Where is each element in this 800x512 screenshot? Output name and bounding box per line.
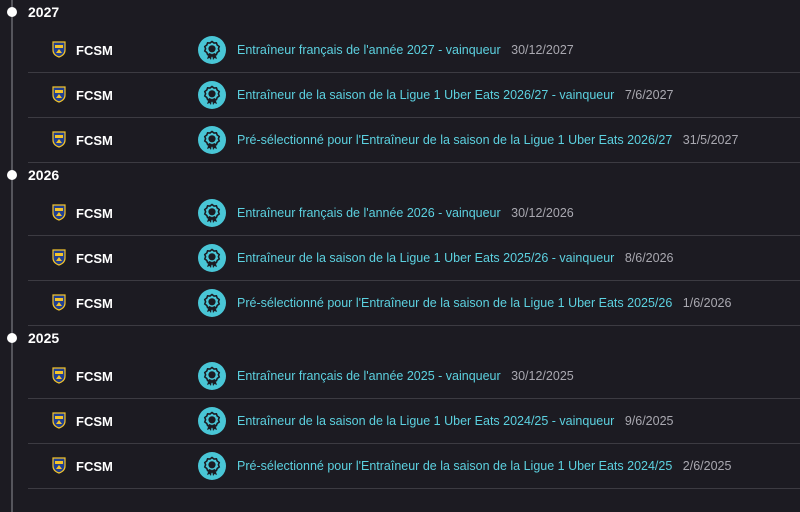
- rosette-medal-icon: [198, 289, 226, 317]
- club-name[interactable]: FCSM: [76, 251, 113, 266]
- award-text[interactable]: Entraîneur de la saison de la Ligue 1 Ub…: [237, 88, 674, 103]
- year-entries: FCSM Entraîneur français de l'année 2025…: [0, 354, 800, 489]
- club-crest-icon[interactable]: [52, 249, 66, 266]
- award-date: 30/12/2026: [511, 206, 574, 220]
- award-row[interactable]: FCSM Entraîneur de la saison de la Ligue…: [28, 399, 800, 444]
- award-row[interactable]: FCSM Entraîneur français de l'année 2026…: [28, 191, 800, 236]
- award-text[interactable]: Entraîneur de la saison de la Ligue 1 Ub…: [237, 414, 674, 429]
- award-name[interactable]: Entraîneur français de l'année 2025 - va…: [237, 369, 501, 383]
- award-row[interactable]: FCSM Entraîneur français de l'année 2027…: [28, 28, 800, 73]
- award-text[interactable]: Pré-sélectionné pour l'Entraîneur de la …: [237, 133, 738, 148]
- award-text[interactable]: Entraîneur français de l'année 2026 - va…: [237, 206, 574, 221]
- club-name[interactable]: FCSM: [76, 459, 113, 474]
- rosette-medal-icon: [198, 126, 226, 154]
- year-label: 2026: [28, 167, 60, 183]
- year-header: 2025: [0, 326, 800, 354]
- award-date: 1/6/2026: [682, 296, 732, 310]
- club-crest-icon[interactable]: [52, 412, 66, 429]
- year-group: 2026 FCSM Entraîneur français de l'année…: [0, 163, 800, 326]
- award-name[interactable]: Entraîneur français de l'année 2027 - va…: [237, 43, 501, 57]
- award-row[interactable]: FCSM Entraîneur de la saison de la Ligue…: [28, 236, 800, 281]
- award-date: 30/12/2027: [511, 43, 574, 57]
- club-crest-icon[interactable]: [52, 294, 66, 311]
- club-crest-icon[interactable]: [52, 204, 66, 221]
- timeline-dot-icon: [7, 7, 17, 17]
- year-label: 2027: [28, 4, 60, 20]
- year-header: 2027: [0, 0, 800, 28]
- award-text[interactable]: Entraîneur de la saison de la Ligue 1 Ub…: [237, 251, 674, 266]
- year-entries: FCSM Entraîneur français de l'année 2027…: [0, 28, 800, 163]
- timeline-list: 2027 FCSM Entraîneur français de l'année…: [0, 0, 800, 489]
- club-name[interactable]: FCSM: [76, 414, 113, 429]
- rosette-medal-icon: [198, 407, 226, 435]
- club-crest-icon[interactable]: [52, 367, 66, 384]
- club-name[interactable]: FCSM: [76, 369, 113, 384]
- award-row[interactable]: FCSM Entraîneur de la saison de la Ligue…: [28, 73, 800, 118]
- year-group: 2025 FCSM Entraîneur français de l'année…: [0, 326, 800, 489]
- award-date: 30/12/2025: [511, 369, 574, 383]
- rosette-medal-icon: [198, 452, 226, 480]
- award-date: 2/6/2025: [682, 459, 732, 473]
- club-name[interactable]: FCSM: [76, 43, 113, 58]
- award-row[interactable]: FCSM Pré-sélectionné pour l'Entraîneur d…: [28, 281, 800, 326]
- club-name[interactable]: FCSM: [76, 88, 113, 103]
- rosette-medal-icon: [198, 36, 226, 64]
- award-row[interactable]: FCSM Pré-sélectionné pour l'Entraîneur d…: [28, 444, 800, 489]
- year-label: 2025: [28, 330, 60, 346]
- rosette-medal-icon: [198, 81, 226, 109]
- award-date: 8/6/2026: [624, 251, 674, 265]
- award-row[interactable]: FCSM Pré-sélectionné pour l'Entraîneur d…: [28, 118, 800, 163]
- award-date: 7/6/2027: [624, 88, 674, 102]
- rosette-medal-icon: [198, 244, 226, 272]
- award-name[interactable]: Pré-sélectionné pour l'Entraîneur de la …: [237, 296, 672, 310]
- year-entries: FCSM Entraîneur français de l'année 2026…: [0, 191, 800, 326]
- year-header: 2026: [0, 163, 800, 191]
- award-name[interactable]: Entraîneur de la saison de la Ligue 1 Ub…: [237, 414, 614, 428]
- club-crest-icon[interactable]: [52, 41, 66, 58]
- year-group: 2027 FCSM Entraîneur français de l'année…: [0, 0, 800, 163]
- club-crest-icon[interactable]: [52, 131, 66, 148]
- rosette-medal-icon: [198, 199, 226, 227]
- club-name[interactable]: FCSM: [76, 133, 113, 148]
- award-text[interactable]: Entraîneur français de l'année 2027 - va…: [237, 43, 574, 58]
- award-text[interactable]: Entraîneur français de l'année 2025 - va…: [237, 369, 574, 384]
- club-crest-icon[interactable]: [52, 457, 66, 474]
- rosette-medal-icon: [198, 362, 226, 390]
- timeline-dot-icon: [7, 333, 17, 343]
- club-name[interactable]: FCSM: [76, 206, 113, 221]
- club-name[interactable]: FCSM: [76, 296, 113, 311]
- award-name[interactable]: Pré-sélectionné pour l'Entraîneur de la …: [237, 133, 672, 147]
- award-date: 9/6/2025: [624, 414, 674, 428]
- award-name[interactable]: Pré-sélectionné pour l'Entraîneur de la …: [237, 459, 672, 473]
- awards-timeline-panel: 2027 FCSM Entraîneur français de l'année…: [0, 0, 800, 512]
- award-name[interactable]: Entraîneur français de l'année 2026 - va…: [237, 206, 501, 220]
- award-text[interactable]: Pré-sélectionné pour l'Entraîneur de la …: [237, 296, 731, 311]
- award-row[interactable]: FCSM Entraîneur français de l'année 2025…: [28, 354, 800, 399]
- award-name[interactable]: Entraîneur de la saison de la Ligue 1 Ub…: [237, 251, 614, 265]
- club-crest-icon[interactable]: [52, 86, 66, 103]
- award-date: 31/5/2027: [682, 133, 739, 147]
- award-text[interactable]: Pré-sélectionné pour l'Entraîneur de la …: [237, 459, 731, 474]
- award-name[interactable]: Entraîneur de la saison de la Ligue 1 Ub…: [237, 88, 614, 102]
- timeline-dot-icon: [7, 170, 17, 180]
